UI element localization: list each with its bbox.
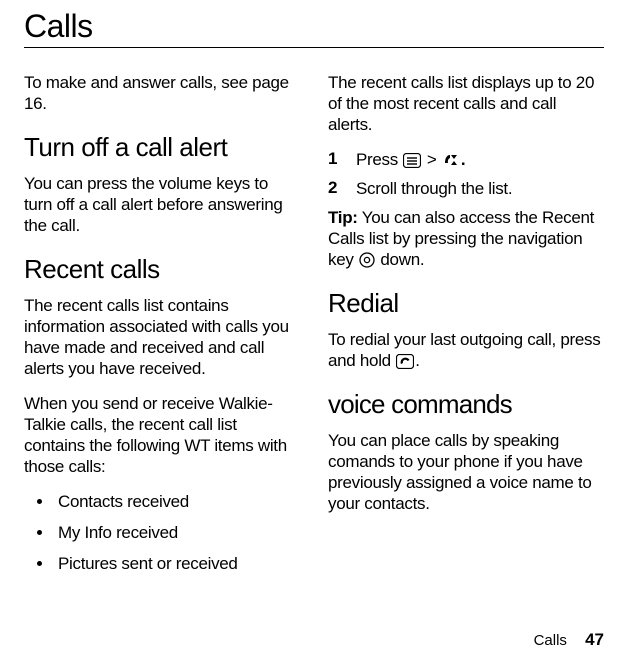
step-number: 2	[328, 178, 338, 199]
nav-key-icon	[359, 252, 375, 268]
tip-part-b: down.	[376, 250, 424, 269]
heading-turn-off-alert: Turn off a call alert	[24, 132, 300, 163]
page-footer: Calls 47	[534, 630, 604, 650]
recent-calls-p1: The recent calls list contains informati…	[24, 295, 300, 379]
heading-voice-commands: voice commands	[328, 389, 604, 420]
list-item: My Info received	[54, 522, 300, 543]
step1-part-b: >	[422, 150, 440, 169]
step-text: Press > .	[356, 149, 465, 170]
redial-part-a: To redial your last outgoing call, press…	[328, 330, 600, 370]
page-title: Calls	[24, 8, 604, 45]
step-row: 2 Scroll through the list.	[328, 178, 604, 199]
redial-part-b: .	[415, 351, 419, 370]
send-key-icon	[396, 354, 414, 369]
heading-recent-calls: Recent calls	[24, 254, 300, 285]
wt-items-list: Contacts received My Info received Pictu…	[24, 491, 300, 574]
step-text: Scroll through the list.	[356, 178, 512, 199]
step-row: 1 Press > .	[328, 149, 604, 170]
footer-section: Calls	[534, 632, 567, 649]
manual-page: Calls To make and answer calls, see page…	[0, 0, 628, 584]
title-rule	[24, 47, 604, 48]
recent-top: The recent calls list displays up to 20 …	[328, 72, 604, 135]
menu-key-icon	[403, 153, 421, 168]
list-item: Pictures sent or received	[54, 553, 300, 574]
tip-paragraph: Tip: You can also access the Recent Call…	[328, 207, 604, 270]
voice-commands-body: You can place calls by speaking comands …	[328, 430, 604, 514]
step1-part-a: Press	[356, 150, 402, 169]
left-column: To make and answer calls, see page 16. T…	[24, 72, 300, 584]
heading-redial: Redial	[328, 288, 604, 319]
intro-paragraph: To make and answer calls, see page 16.	[24, 72, 300, 114]
redial-body: To redial your last outgoing call, press…	[328, 329, 604, 371]
footer-page-number: 47	[585, 630, 604, 649]
two-column-layout: To make and answer calls, see page 16. T…	[24, 72, 604, 584]
step1-part-c: .	[461, 150, 465, 169]
list-item: Contacts received	[54, 491, 300, 512]
right-column: The recent calls list displays up to 20 …	[328, 72, 604, 584]
tip-label: Tip:	[328, 208, 358, 227]
step-number: 1	[328, 149, 338, 170]
recent-calls-icon	[442, 152, 460, 168]
turn-off-body: You can press the volume keys to turn of…	[24, 173, 300, 236]
recent-calls-p2: When you send or receive Walkie-Talkie c…	[24, 393, 300, 477]
